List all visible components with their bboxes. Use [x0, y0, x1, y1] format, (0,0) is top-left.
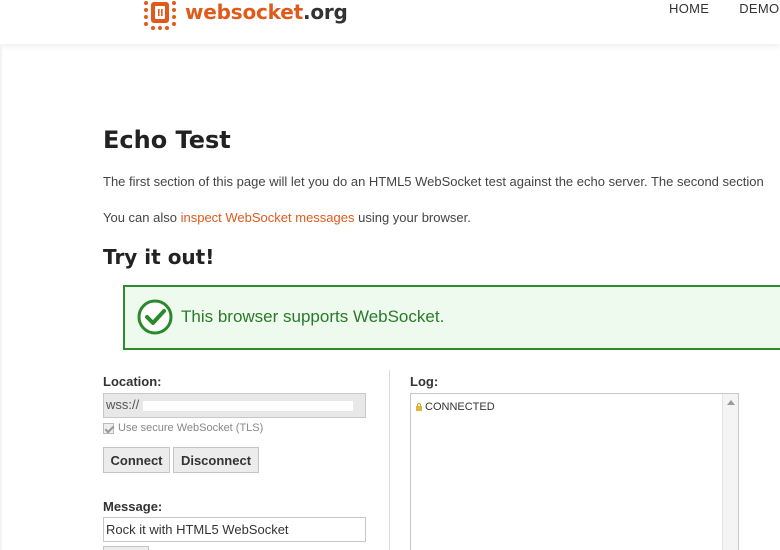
- tls-checkbox[interactable]: [103, 422, 114, 434]
- nav-demos[interactable]: DEMOS: [739, 1, 780, 16]
- inspect-messages-link[interactable]: inspect WebSocket messages: [181, 210, 355, 225]
- disconnect-button[interactable]: Disconnect: [173, 447, 259, 473]
- websocket-logo-icon: [144, 1, 176, 30]
- site-logo[interactable]: websocket.org: [141, 0, 348, 30]
- logo-text-web: websocket: [185, 0, 303, 24]
- column-divider: [389, 370, 390, 550]
- message-input[interactable]: Rock it with HTML5 WebSocket: [103, 517, 366, 542]
- location-redaction: [143, 400, 354, 411]
- site-header: websocket.org HOME DEMOS: [0, 0, 780, 44]
- scroll-up-arrow-icon[interactable]: [727, 400, 735, 405]
- inspect-suffix: using your browser.: [354, 210, 471, 225]
- support-message: This browser supports WebSocket.: [181, 307, 445, 326]
- log-label: Log:: [410, 374, 439, 389]
- log-entry: CONNECTED: [416, 401, 495, 413]
- send-button[interactable]: [103, 546, 149, 550]
- location-value: wss://: [106, 397, 140, 412]
- main-nav: HOME DEMOS: [669, 1, 780, 16]
- try-it-out-heading: Try it out!: [103, 245, 215, 269]
- inspect-paragraph: You can also inspect WebSocket messages …: [103, 210, 471, 225]
- location-input[interactable]: wss://: [103, 393, 366, 418]
- logo-text-org: .org: [302, 0, 348, 24]
- location-label: Location:: [103, 374, 162, 389]
- message-label: Message:: [103, 499, 163, 514]
- connect-button[interactable]: Connect: [103, 447, 170, 473]
- tls-label: Use secure WebSocket (TLS): [118, 422, 264, 434]
- support-status-box: This browser supports WebSocket.: [123, 285, 780, 350]
- lock-icon: [416, 403, 422, 411]
- log-entry-text: CONNECTED: [425, 401, 495, 413]
- logo-text: websocket.org: [185, 0, 348, 24]
- page-title: Echo Test: [103, 126, 231, 154]
- page-left-border: [0, 44, 2, 550]
- log-scrollbar[interactable]: [722, 394, 738, 550]
- tls-option[interactable]: Use secure WebSocket (TLS): [103, 422, 263, 434]
- log-output[interactable]: CONNECTED: [410, 393, 739, 550]
- nav-home[interactable]: HOME: [669, 1, 709, 16]
- intro-paragraph: The first section of this page will let …: [103, 174, 764, 189]
- inspect-prefix: You can also: [103, 210, 181, 225]
- check-circle-icon: [137, 299, 173, 335]
